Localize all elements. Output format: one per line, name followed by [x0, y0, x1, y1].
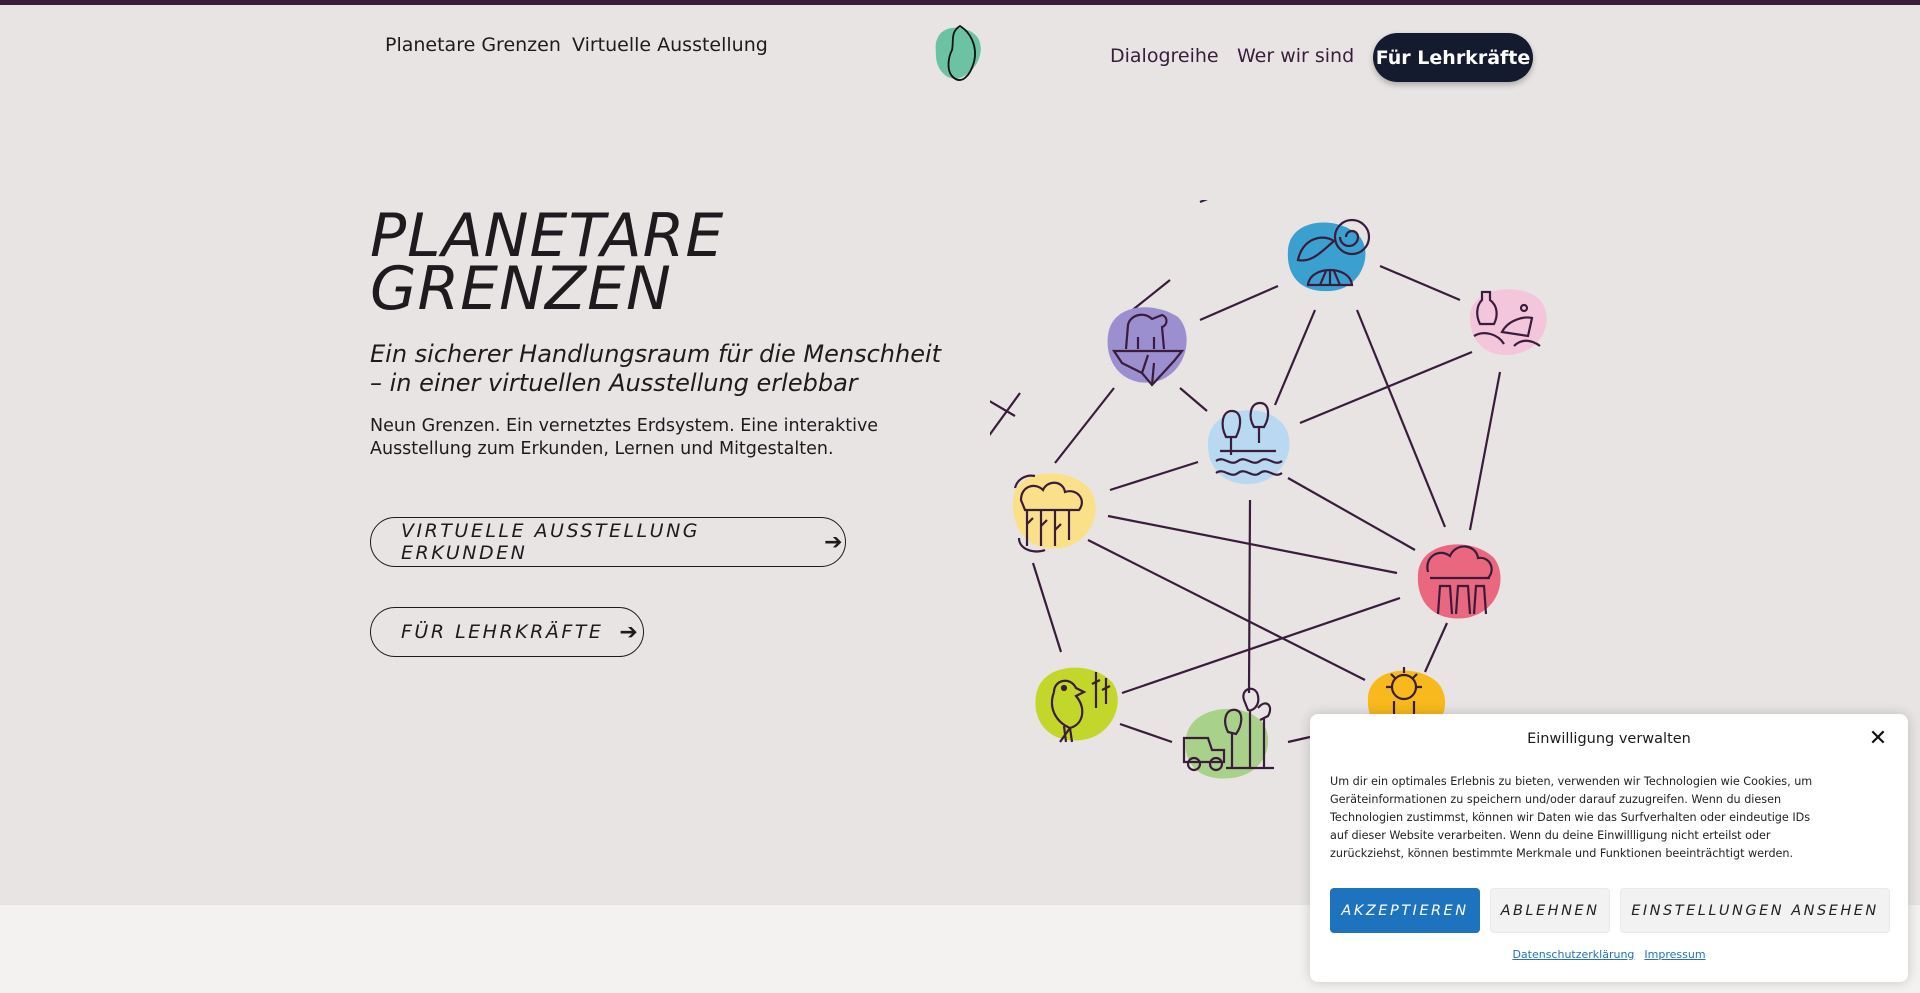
imprint-link[interactable]: Impressum: [1644, 948, 1705, 961]
nav-link-dialogreihe[interactable]: Dialogreihe: [1110, 45, 1219, 67]
title-line-2: GRENZEN: [370, 254, 672, 324]
tractor-land-icon[interactable]: [1182, 687, 1274, 779]
deny-cookies-button[interactable]: ABLEHNEN: [1490, 888, 1610, 933]
hero-subtitle: Ein sicherer Handlungsraum für die Mensc…: [370, 340, 942, 397]
hero-description: Neun Grenzen. Ein vernetztes Erdsystem. …: [370, 416, 879, 459]
close-icon[interactable]: ✕: [1866, 727, 1890, 751]
nav-link-planetare-grenzen[interactable]: Planetare Grenzen: [385, 34, 561, 56]
cookie-dialog-title: Einwilligung verwalten: [1527, 731, 1691, 747]
for-teachers-button[interactable]: FÜR LEHRKRÄFTE ➔: [370, 607, 644, 657]
ocean-shell-icon[interactable]: [1287, 218, 1371, 292]
cookie-dialog-text: Um dir ein optimales Erlebnis zu bieten,…: [1330, 775, 1813, 860]
network-lines: [1031, 264, 1502, 744]
top-accent-bar: [0, 0, 1920, 5]
cookie-dialog-links: Datenschutzerklärung Impressum: [1310, 948, 1908, 961]
freshwater-trees-icon[interactable]: [1207, 401, 1290, 485]
privacy-policy-link[interactable]: Datenschutzerklärung: [1512, 948, 1634, 961]
for-teachers-label: FÜR LEHRKRÄFTE: [401, 621, 604, 643]
arrow-right-icon: ➔: [619, 619, 641, 645]
cookie-consent-dialog: Einwilligung verwalten ✕ Um dir ein opti…: [1310, 714, 1908, 982]
bird-biodiversity-icon[interactable]: [1035, 667, 1118, 743]
planetary-boundaries-network: [990, 200, 1547, 779]
explore-exhibition-label: VIRTUELLE AUSSTELLUNG ERKUNDEN: [401, 520, 701, 564]
nav-link-virtuelle-ausstellung[interactable]: Virtuelle Ausstellung: [572, 34, 768, 56]
leaf-blob-logo-icon[interactable]: [930, 22, 990, 86]
polar-bear-ice-icon[interactable]: [1107, 307, 1187, 387]
view-cookie-settings-button[interactable]: EINSTELLUNGEN ANSEHEN: [1620, 888, 1890, 933]
nav-link-wer-wir-sind[interactable]: Wer wir sind: [1237, 45, 1354, 67]
accept-cookies-button[interactable]: AKZEPTIEREN: [1330, 888, 1480, 933]
plastic-pollution-icon[interactable]: [1469, 289, 1547, 356]
arrow-right-icon: ➔: [824, 529, 845, 555]
page-title: PLANETARE GRENZEN: [370, 206, 724, 319]
explore-exhibition-button[interactable]: VIRTUELLE AUSSTELLUNG ERKUNDEN ➔: [370, 517, 846, 567]
nav-teacher-button[interactable]: Für Lehrkräfte: [1373, 33, 1533, 82]
forest-cycle-icon[interactable]: [1012, 473, 1096, 553]
factory-cloud-icon[interactable]: [1417, 544, 1501, 619]
